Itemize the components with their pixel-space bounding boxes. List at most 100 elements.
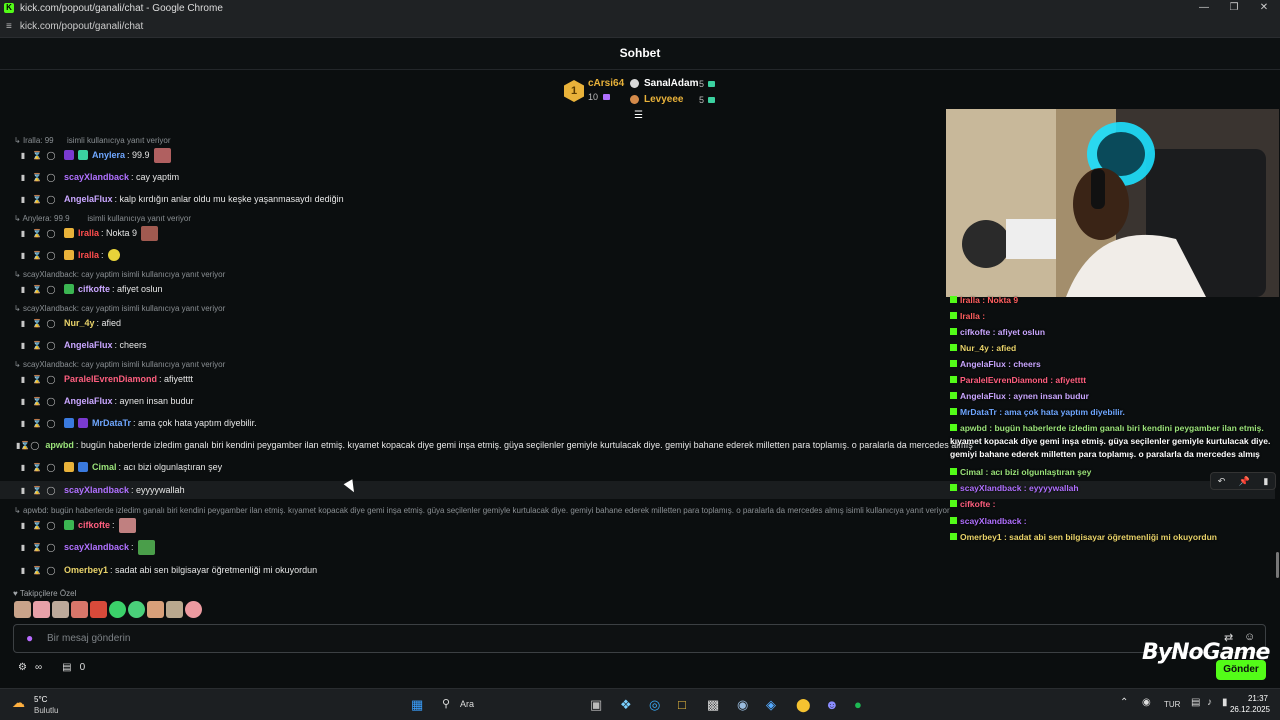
steam-icon[interactable]: ◉ [737, 697, 748, 713]
delete-icon[interactable]: ▮ [16, 486, 30, 495]
ban-icon[interactable]: ◯ [44, 285, 58, 294]
task-view-icon[interactable]: ▣ [590, 697, 602, 713]
emote-icon[interactable] [52, 601, 69, 618]
store-icon[interactable]: ▩ [707, 697, 719, 713]
settings-icon[interactable]: ⚙ [18, 662, 27, 673]
timeout-icon[interactable]: ⌛ [30, 229, 44, 238]
copilot-icon[interactable]: ❖ [620, 697, 632, 713]
delete-icon[interactable]: ▮ [16, 566, 30, 575]
delete-icon[interactable]: ▮ [16, 463, 30, 472]
close-icon[interactable]: ✕ [1254, 0, 1274, 16]
delete-icon[interactable]: ▮ [1263, 476, 1268, 487]
ban-icon[interactable]: ◯ [44, 173, 58, 182]
clock-date[interactable]: 26.12.2025 [1226, 705, 1270, 714]
ban-icon[interactable]: ◯ [30, 441, 39, 450]
emote-icon[interactable] [14, 601, 31, 618]
reply-icon[interactable]: ↶ [1218, 476, 1226, 487]
timeout-icon[interactable]: ⌛ [30, 521, 44, 530]
username[interactable]: scayXlandback [64, 172, 129, 182]
ban-icon[interactable]: ◯ [44, 195, 58, 204]
ban-icon[interactable]: ◯ [44, 543, 58, 552]
delete-icon[interactable]: ▮ [16, 173, 30, 182]
username[interactable]: ParalelEvrenDiamond [64, 374, 157, 384]
timeout-icon[interactable]: ⌛ [30, 285, 44, 294]
leaderboard-second-name[interactable]: SanalAdam [644, 78, 698, 89]
timeout-icon[interactable]: ⌛ [30, 486, 44, 495]
ban-icon[interactable]: ◯ [44, 397, 58, 406]
username[interactable]: AngelaFlux [64, 396, 113, 406]
username[interactable]: Omerbey1 [64, 565, 108, 575]
username[interactable]: Iralla [78, 250, 99, 260]
clock-time[interactable]: 21:37 [1230, 694, 1268, 703]
timeout-icon[interactable]: ⌛ [30, 419, 44, 428]
network-icon[interactable]: ▤ [1191, 697, 1200, 708]
ban-icon[interactable]: ◯ [44, 229, 58, 238]
timeout-icon[interactable]: ⌛ [30, 463, 44, 472]
spotify-icon[interactable]: ● [854, 697, 862, 712]
timeout-icon[interactable]: ⌛ [20, 441, 30, 450]
delete-icon[interactable]: ▮ [16, 397, 30, 406]
emote-icon[interactable] [109, 601, 126, 618]
minimize-icon[interactable]: — [1194, 0, 1214, 16]
timeout-icon[interactable]: ⌛ [30, 397, 44, 406]
ban-icon[interactable]: ◯ [44, 566, 58, 575]
volume-icon[interactable]: ♪ [1207, 697, 1212, 708]
username[interactable]: Cimal [92, 462, 117, 472]
ban-icon[interactable]: ◯ [44, 151, 58, 160]
mic-tray-icon[interactable]: ◉ [1142, 697, 1151, 708]
emote-icon[interactable] [71, 601, 88, 618]
chrome-icon[interactable]: ⬤ [796, 697, 811, 713]
app-icon[interactable]: ◈ [766, 697, 776, 713]
restore-icon[interactable]: ❐ [1224, 0, 1244, 16]
username[interactable]: scayXlandback [64, 485, 129, 495]
delete-icon[interactable]: ▮ [16, 341, 30, 350]
username[interactable]: Anylera [92, 150, 125, 160]
timeout-icon[interactable]: ⌛ [30, 566, 44, 575]
site-settings-icon[interactable]: ≡ [6, 21, 12, 32]
chat-message-list[interactable]: ↳ Iralla: 99 isimli kullanıcıya yanıt ve… [0, 122, 1275, 582]
taskbar-search[interactable]: Ara [460, 699, 474, 709]
emote-icon[interactable] [33, 601, 50, 618]
username[interactable]: scayXlandback [64, 542, 129, 552]
username[interactable]: apwbd [45, 440, 74, 450]
leaderboard-first-name[interactable]: cArsi64 [588, 78, 624, 89]
delete-icon[interactable]: ▮ [16, 229, 30, 238]
edge-icon[interactable]: ◎ [649, 697, 660, 713]
username[interactable]: AngelaFlux [64, 194, 113, 204]
send-button[interactable]: Gönder [1216, 660, 1266, 680]
emote-icon[interactable] [166, 601, 183, 618]
tray-chevron-icon[interactable]: ⌃ [1120, 697, 1128, 708]
username[interactable]: MrDataTr [92, 418, 131, 428]
username[interactable]: cifkofte [78, 284, 110, 294]
delete-icon[interactable]: ▮ [16, 195, 30, 204]
language-indicator[interactable]: TUR [1164, 700, 1180, 709]
filter-icon[interactable]: ☰ [634, 111, 643, 121]
chat-input[interactable]: ● Bir mesaj gönderin ⇄ ☺ [13, 624, 1266, 653]
delete-icon[interactable]: ▮ [16, 251, 30, 260]
username[interactable]: Iralla [78, 228, 99, 238]
windows-start-icon[interactable]: ▦ [411, 697, 423, 713]
leaderboard-third-name[interactable]: Levyeee [644, 94, 683, 105]
ban-icon[interactable]: ◯ [44, 521, 58, 530]
timeout-icon[interactable]: ⌛ [30, 543, 44, 552]
timeout-icon[interactable]: ⌛ [30, 151, 44, 160]
delete-icon[interactable]: ▮ [16, 285, 30, 294]
timeout-icon[interactable]: ⌛ [30, 319, 44, 328]
ban-icon[interactable]: ◯ [44, 486, 58, 495]
username[interactable]: AngelaFlux [64, 340, 113, 350]
search-icon[interactable]: ⚲ [442, 697, 450, 710]
delete-icon[interactable]: ▮ [16, 319, 30, 328]
timeout-icon[interactable]: ⌛ [30, 251, 44, 260]
timeout-icon[interactable]: ⌛ [30, 173, 44, 182]
emote-icon[interactable] [128, 601, 145, 618]
ban-icon[interactable]: ◯ [44, 419, 58, 428]
ban-icon[interactable]: ◯ [44, 341, 58, 350]
infinity-icon[interactable]: ∞ [35, 662, 42, 673]
delete-icon[interactable]: ▮ [16, 151, 30, 160]
mic-icon[interactable]: ● [26, 631, 33, 645]
emote-icon[interactable] [147, 601, 164, 618]
discord-icon[interactable]: ☻ [825, 697, 839, 712]
delete-icon[interactable]: ▮ [16, 375, 30, 384]
timeout-icon[interactable]: ⌛ [30, 341, 44, 350]
chat-scrollbar[interactable] [1276, 552, 1279, 578]
